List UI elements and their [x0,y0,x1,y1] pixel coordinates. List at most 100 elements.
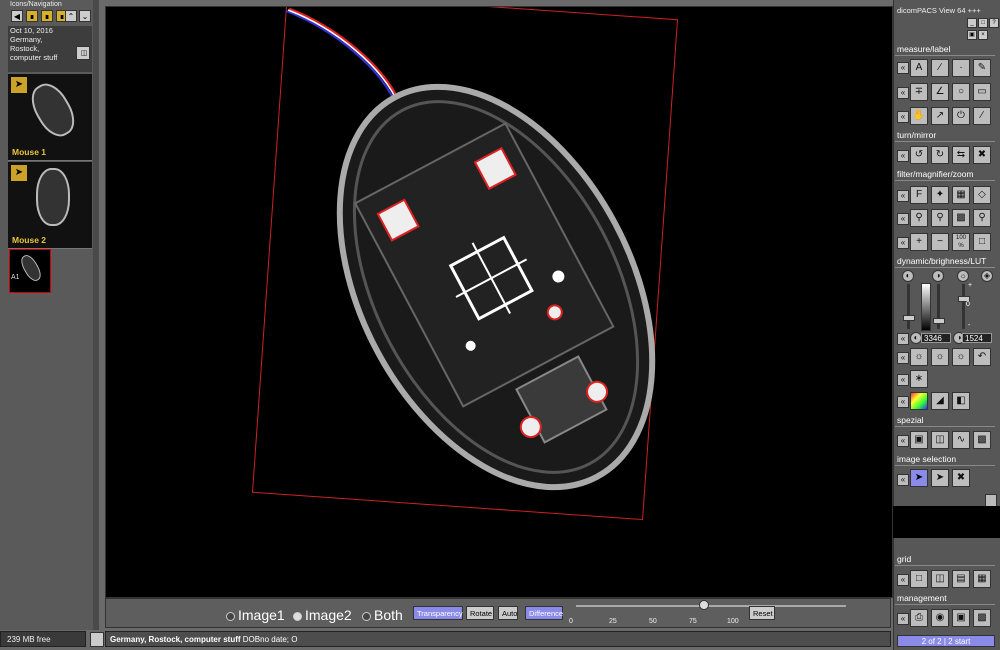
collapse-icon[interactable]: « [897,574,909,586]
thumbnail-mouse-1[interactable]: ➤ Mouse 1 [8,74,92,161]
memory-icon[interactable] [90,632,104,647]
grid-2x2-icon[interactable]: ▦ [973,570,991,588]
collapse-icon[interactable]: « [897,613,909,625]
pipette-icon[interactable]: ∗ [910,370,928,388]
collapse-icon[interactable]: « [897,396,909,408]
transparency-button[interactable]: Transparency [413,606,463,620]
cd-icon[interactable]: ◉ [931,609,949,627]
radio-both[interactable]: Both [362,607,403,623]
radio-dot[interactable] [293,611,302,621]
level-slider-knob[interactable] [933,318,945,324]
histogram-icon[interactable]: ▩ [973,431,991,449]
collapse-icon[interactable]: « [897,87,909,99]
window-width-value[interactable]: 3346 [921,333,951,343]
pixel-icon[interactable]: ▩ [952,209,970,227]
up-icon[interactable]: ⌃ [65,10,77,22]
sun-icon[interactable]: ☼ [957,270,969,282]
hand-icon[interactable]: ✋ [910,107,928,125]
line-icon[interactable]: ∕ [973,107,991,125]
collapse-icon[interactable]: « [897,333,909,345]
opacity-slider[interactable] [576,605,846,607]
collapse-icon[interactable]: « [897,374,909,386]
grid-1-icon[interactable]: ∎ [26,10,38,22]
opacity-slider-knob[interactable] [699,600,709,610]
maximize-icon[interactable]: ▣ [967,30,977,40]
deselect-icon[interactable]: ✖ [952,469,970,487]
ruler-icon[interactable]: ∕ [931,59,949,77]
close-icon[interactable]: × [978,30,988,40]
print-icon[interactable]: ⎙ [910,609,928,627]
point-icon[interactable]: · [952,59,970,77]
rotate-left-icon[interactable]: ↺ [910,146,928,164]
thumbnail-scrollbar[interactable] [93,0,99,630]
compare-icon[interactable]: ◫ [76,46,90,60]
rotate-button[interactable]: Rotate [466,606,494,620]
auto-window-icon[interactable]: ☼ [910,348,928,366]
angle-icon[interactable]: ∠ [931,83,949,101]
circle-icon[interactable]: ○ [952,83,970,101]
grid-filter-icon[interactable]: ▦ [952,186,970,204]
difference-button[interactable]: Difference [525,606,563,620]
zoom-out-icon[interactable]: − [931,233,949,251]
restore-icon[interactable]: □ [978,18,988,28]
magnifier-2-icon[interactable]: ⚲ [931,209,949,227]
overlay-icon[interactable]: ◫ [931,431,949,449]
sharpen-icon[interactable]: ✦ [931,186,949,204]
polyline-icon[interactable]: ∓ [910,83,928,101]
rectangle-icon[interactable]: ▭ [973,83,991,101]
image-viewer[interactable] [105,6,893,598]
grid-1x2-icon[interactable]: ◫ [931,570,949,588]
fit-icon[interactable]: □ [973,233,991,251]
on-off-icon[interactable]: ⏻ [952,107,970,125]
radio-image2[interactable]: Image2 [293,607,352,623]
brightness-down-icon[interactable]: ☼ [952,348,970,366]
zoom-in-icon[interactable]: + [910,233,928,251]
collapse-icon[interactable]: « [897,213,909,225]
select-pointer-icon[interactable]: ➤ [910,469,928,487]
collapse-icon[interactable]: « [897,352,909,364]
wave-icon[interactable]: ∿ [952,431,970,449]
thumbnail-a1[interactable]: A1 [9,249,51,293]
radio-dot[interactable] [362,611,371,621]
save-icon[interactable]: ▩ [973,609,991,627]
minimize-icon[interactable]: _ [967,18,977,28]
color-lut-icon[interactable] [910,392,928,410]
brightness-icon[interactable]: ◑ [932,270,944,282]
auto-button[interactable]: Auto [498,606,518,620]
down-icon[interactable]: ⌄ [79,10,91,22]
fft-icon[interactable]: F [910,186,928,204]
undo-icon[interactable]: ↶ [973,348,991,366]
brightness-up-icon[interactable]: ☼ [931,348,949,366]
collapse-icon[interactable]: « [897,150,909,162]
rotate-right-icon[interactable]: ↻ [931,146,949,164]
reset-button[interactable]: Reset [749,606,775,620]
brightness-slider[interactable] [962,284,965,329]
zoom-100-button[interactable]: 100 % [952,233,970,251]
radio-image1[interactable]: Image1 [226,607,285,623]
collapse-icon[interactable]: « [897,474,909,486]
window-slider[interactable] [907,284,910,329]
pen-icon[interactable]: ✎ [973,59,991,77]
mirror-icon[interactable]: ⇆ [952,146,970,164]
collapse-icon[interactable]: « [897,190,909,202]
collapse-icon[interactable]: « [897,111,909,123]
grid-2-icon[interactable]: ∎ [41,10,53,22]
magnifier-icon[interactable]: ⚲ [910,209,928,227]
pin-icon[interactable]: ➤ [931,469,949,487]
reset-transform-icon[interactable]: ✖ [973,146,991,164]
grid-2x1-icon[interactable]: ▤ [952,570,970,588]
grid-1x1-icon[interactable]: □ [910,570,928,588]
zoom-region-icon[interactable]: ⚲ [973,209,991,227]
help-icon[interactable]: ? [989,18,999,28]
collapse-icon[interactable]: « [897,435,909,447]
invert-icon[interactable]: ◧ [952,392,970,410]
lut-icon[interactable]: ◈ [981,270,993,282]
contrast-icon[interactable]: ◐ [902,270,914,282]
diamond-icon[interactable]: ◇ [973,186,991,204]
pin-icon[interactable]: ➤ [11,77,27,93]
abc-label-icon[interactable]: A [910,59,928,77]
window-slider-knob[interactable] [903,315,915,321]
layers-icon[interactable]: ▣ [910,431,928,449]
collapse-icon[interactable]: « [897,237,909,249]
pin-icon[interactable]: ➤ [11,165,27,181]
